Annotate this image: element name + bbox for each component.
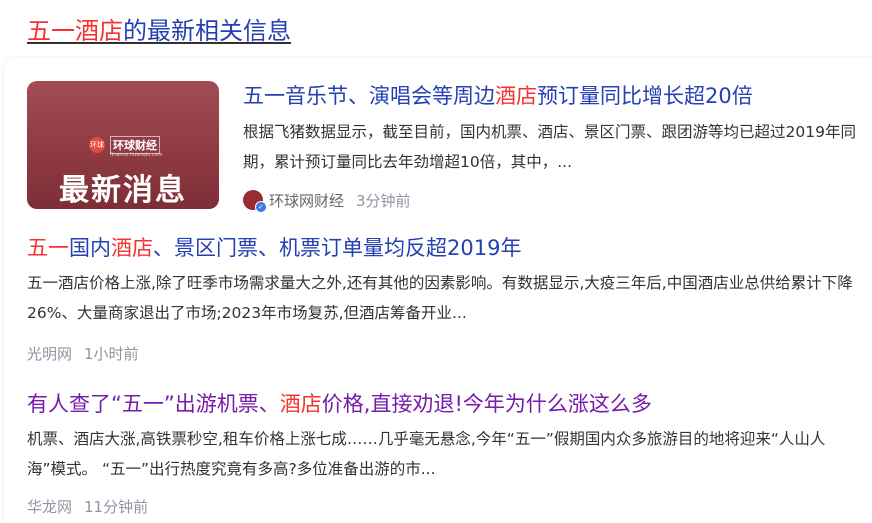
result-source: 光明网 1小时前	[27, 341, 139, 365]
title-text: 国内	[69, 236, 111, 260]
source-name[interactable]: 华龙网	[27, 496, 72, 517]
verified-icon: ✓	[255, 201, 267, 213]
source-avatar: ✓	[243, 190, 267, 213]
title-keyword: 酒店	[495, 84, 537, 108]
result-abstract: 机票、酒店大涨,高铁票秒空,租车价格上涨七成……几乎毫无悬念,今年“五一”假期国…	[27, 430, 826, 478]
result-title[interactable]: 五一国内酒店、景区门票、机票订单量均反超2019年	[27, 232, 521, 262]
publish-time: 3分钟前	[356, 191, 411, 210]
result-source: 华龙网 11分钟前	[27, 494, 148, 518]
news-header[interactable]: 五一酒店的最新相关信息	[27, 8, 291, 48]
publish-time: 11分钟前	[84, 497, 149, 516]
title-keyword: 酒店	[279, 392, 322, 416]
publish-time: 1小时前	[84, 344, 139, 363]
title-keyword: 酒店	[111, 236, 153, 260]
thumbnail-caption: 最新消息	[59, 173, 187, 208]
source-name[interactable]: 环球网财经	[269, 190, 344, 211]
result-thumbnail[interactable]: 环球 环球财经 finance.huanqiu.com 最新消息	[27, 81, 219, 209]
title-text: 有人查了“五一”出游机票、	[27, 392, 280, 416]
title-text: 五一音乐节、演唱会等周边	[243, 84, 495, 108]
thumbnail-logo-badge: 环球	[89, 137, 105, 153]
news-header-link[interactable]: 五一酒店的最新相关信息	[27, 11, 291, 46]
source-name[interactable]: 光明网	[27, 343, 72, 364]
result-title[interactable]: 有人查了“五一”出游机票、酒店价格,直接劝退!今年为什么涨这么多	[27, 388, 652, 418]
result-source: ✓ 环球网财经 3分钟前	[243, 188, 411, 213]
result-title[interactable]: 五一音乐节、演唱会等周边酒店预订量同比增长超20倍	[243, 80, 753, 110]
result-abstract: 五一酒店价格上涨,除了旺季市场需求量大之外,还有其他的因素影响。有数据显示,大疫…	[27, 274, 853, 322]
result-abstract: 根据飞猪数据显示，截至目前，国内机票、酒店、景区门票、跟团游等均已超过2019年…	[243, 123, 856, 171]
title-text: 预订量同比增长超20倍	[537, 84, 753, 108]
header-title-rest: 的最新相关信息	[123, 16, 291, 45]
title-keyword: 五一	[27, 236, 69, 260]
header-keyword: 五一酒店	[27, 16, 123, 45]
title-text: 、景区门票、机票订单量均反超2019年	[153, 236, 522, 260]
title-text: 价格,直接劝退!今年为什么涨这么多	[321, 392, 652, 416]
thumbnail-logo-sub: finance.huanqiu.com	[110, 152, 163, 158]
